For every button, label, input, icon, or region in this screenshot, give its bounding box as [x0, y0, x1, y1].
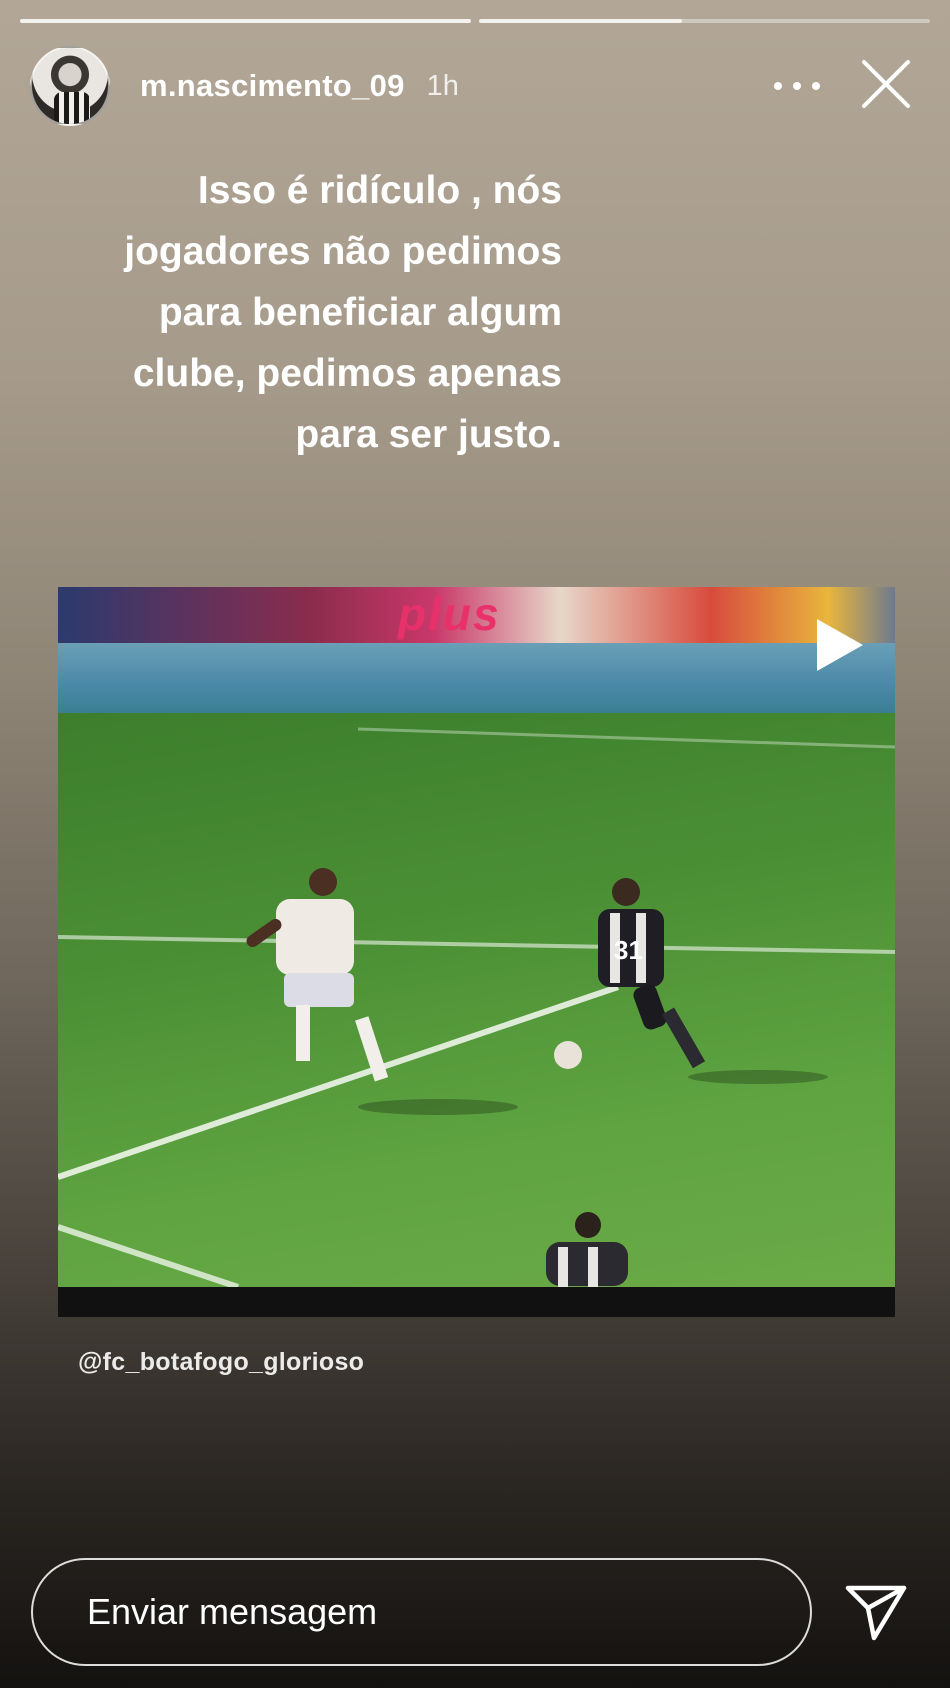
- story-progress: [20, 19, 930, 23]
- caption-line: para ser justo.: [295, 413, 562, 456]
- send-icon[interactable]: [844, 1582, 908, 1642]
- play-icon[interactable]: [817, 619, 863, 671]
- avatar[interactable]: [30, 46, 110, 126]
- story-caption: Isso é ridículo , nós jogadores não pedi…: [20, 160, 562, 465]
- caption-line: Isso é ridículo , nós: [197, 169, 562, 212]
- more-options-icon[interactable]: [774, 68, 820, 104]
- caption-line: jogadores não pedimos: [124, 230, 562, 273]
- reply-input-container[interactable]: [31, 1558, 812, 1666]
- post-time: 1h: [426, 69, 459, 102]
- send-message-input[interactable]: [85, 1590, 810, 1634]
- progress-fill: [479, 19, 682, 23]
- progress-segment: [479, 19, 930, 23]
- progress-segment: [20, 19, 471, 23]
- close-icon[interactable]: [858, 56, 914, 112]
- username[interactable]: m.nascimento_09: [140, 68, 405, 104]
- progress-fill: [20, 19, 471, 23]
- shared-video[interactable]: plus 31: [58, 587, 895, 1317]
- story-header: m.nascimento_09 1h: [30, 46, 930, 126]
- video-letterbox: [58, 1287, 895, 1317]
- jersey-number: 31: [614, 935, 643, 965]
- video-attribution[interactable]: @fc_botafogo_glorioso: [78, 1348, 364, 1377]
- caption-line: clube, pedimos apenas: [132, 352, 562, 395]
- pitch-scene: 31: [58, 727, 895, 1290]
- caption-line: para beneficiar algum: [158, 291, 562, 334]
